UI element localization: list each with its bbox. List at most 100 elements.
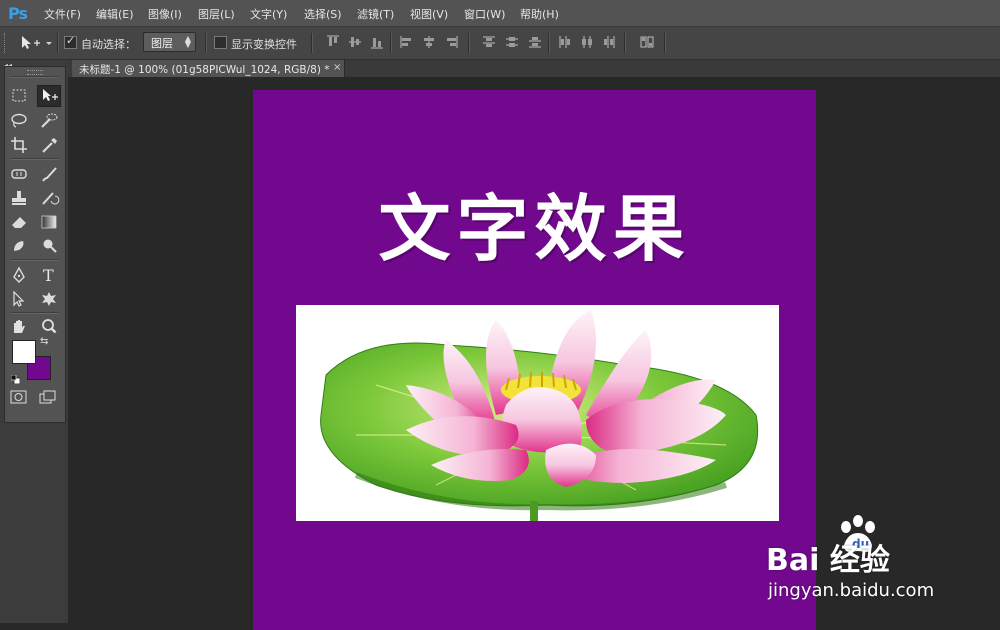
updown-arrows-icon: ▲ ▼ (184, 34, 191, 49)
menu-filter[interactable]: 滤镜(T) (357, 6, 394, 22)
quick-selection-tool[interactable] (38, 111, 60, 131)
tool-preset-picker[interactable] (18, 33, 54, 53)
align-right-edges-icon[interactable] (444, 35, 458, 49)
options-divider (548, 33, 550, 53)
lasso-tool[interactable] (8, 111, 30, 131)
type-tool[interactable]: T (38, 265, 60, 285)
move-tool[interactable] (37, 85, 61, 107)
options-divider (57, 33, 59, 53)
menu-bar: Ps 文件(F) 编辑(E) 图像(I) 图层(L) 文字(Y) 选择(S) 滤… (0, 0, 1000, 27)
quick-selection-icon (41, 113, 58, 128)
options-divider (664, 33, 666, 53)
auto-align-layers-icon[interactable] (640, 35, 654, 49)
custom-shape-tool[interactable] (38, 289, 60, 309)
custom-shape-icon (42, 292, 56, 306)
toolbox-divider (11, 259, 59, 261)
history-brush-icon (42, 192, 60, 205)
dodge-icon (43, 239, 57, 253)
distribute-top-edges-icon[interactable] (482, 35, 496, 49)
options-grip (4, 33, 9, 53)
eyedropper-icon (42, 138, 57, 153)
pen-icon (13, 266, 25, 283)
foreground-color-swatch[interactable] (12, 340, 36, 364)
menu-view[interactable]: 视图(V) (410, 6, 448, 22)
distribute-horizontal-centers-icon[interactable] (580, 35, 594, 49)
rectangular-marquee-tool[interactable] (8, 86, 30, 106)
toolbox-divider (11, 312, 59, 314)
distribute-bottom-edges-icon[interactable] (528, 35, 542, 49)
menu-layer[interactable]: 图层(L) (198, 6, 235, 22)
align-left-edges-icon[interactable] (400, 35, 414, 49)
default-colors-icon[interactable] (10, 369, 21, 385)
gradient-tool[interactable] (38, 212, 60, 232)
menu-type[interactable]: 文字(Y) (250, 6, 287, 22)
menu-window[interactable]: 窗口(W) (464, 6, 505, 22)
canvas-headline-text: 文字效果 (378, 187, 691, 271)
screen-mode-icon (39, 390, 56, 404)
quick-mask-icon (10, 390, 27, 404)
auto-select-target-dropdown[interactable]: 图层 ▲ ▼ (143, 32, 196, 52)
smudge-icon (14, 241, 24, 251)
swap-colors-icon[interactable]: ⇆ (40, 336, 48, 347)
blur-tool[interactable] (8, 236, 30, 256)
show-transform-label: 显示变换控件 (231, 38, 297, 51)
zoom-tool[interactable] (38, 317, 60, 337)
path-selection-tool[interactable] (8, 289, 30, 309)
history-brush-tool[interactable] (38, 188, 60, 208)
align-top-edges-icon[interactable] (326, 35, 340, 49)
lasso-icon (11, 113, 27, 128)
svg-text:T: T (43, 266, 54, 285)
band-aid-icon (11, 169, 27, 179)
menu-help[interactable]: 帮助(H) (520, 6, 559, 22)
watermark-url: jingyan.baidu.com (768, 580, 935, 601)
align-horizontal-centers-icon[interactable] (422, 35, 436, 49)
close-icon[interactable]: × (333, 62, 341, 73)
options-bar: ✓ 自动选择： 图层 ▲ ▼ 显示变换控件 (0, 27, 1000, 60)
brush-tool[interactable] (38, 164, 60, 184)
eraser-tool[interactable] (8, 212, 30, 232)
type-icon: T (43, 266, 54, 285)
distribute-right-edges-icon[interactable] (602, 35, 616, 49)
align-bottom-edges-icon[interactable] (370, 35, 384, 49)
distribute-left-edges-icon[interactable] (558, 35, 572, 49)
brush-icon (42, 167, 57, 182)
menu-select[interactable]: 选择(S) (304, 6, 342, 22)
menu-image[interactable]: 图像(I) (148, 6, 182, 22)
auto-select-label: 自动选择： (81, 38, 136, 51)
options-divider (624, 33, 626, 53)
document-canvas[interactable]: 文字效果 (253, 90, 816, 630)
path-selection-icon (13, 290, 25, 307)
pen-tool[interactable] (8, 265, 30, 285)
gradient-icon (41, 215, 57, 229)
photoshop-logo: Ps (8, 4, 28, 23)
options-divider (468, 33, 470, 53)
align-vertical-centers-icon[interactable] (348, 35, 362, 49)
move-icon (43, 89, 58, 101)
healing-brush-tool[interactable] (8, 164, 30, 184)
hand-tool[interactable] (8, 317, 30, 337)
options-divider (311, 33, 313, 53)
dropdown-value: 图层 (151, 37, 173, 50)
dodge-tool[interactable] (38, 236, 60, 256)
marquee-icon (12, 89, 26, 102)
lotus-flower-illustration (320, 310, 759, 521)
crop-icon (11, 137, 27, 153)
options-divider (390, 33, 392, 53)
auto-select-checkbox[interactable]: ✓ (64, 34, 77, 49)
clone-stamp-tool[interactable] (8, 188, 30, 208)
eyedropper-tool[interactable] (38, 135, 60, 155)
eraser-icon (12, 217, 26, 228)
document-tab[interactable]: 未标题-1 @ 100% (01g58PICWul_1024, RGB/8) *… (72, 60, 345, 77)
crop-tool[interactable] (8, 135, 30, 155)
distribute-vertical-centers-icon[interactable] (505, 35, 519, 49)
toolbox-divider (11, 158, 59, 160)
check-icon: ✓ (66, 34, 76, 47)
screen-mode-button[interactable] (38, 389, 60, 405)
toolbox-grip[interactable] (27, 70, 43, 75)
toolbox-divider (11, 76, 59, 78)
menu-edit[interactable]: 编辑(E) (96, 6, 134, 22)
menu-file[interactable]: 文件(F) (44, 6, 81, 22)
watermark-brand: Bai 经验 (766, 543, 890, 578)
show-transform-checkbox[interactable] (214, 36, 227, 49)
quick-mask-button[interactable] (9, 389, 29, 405)
